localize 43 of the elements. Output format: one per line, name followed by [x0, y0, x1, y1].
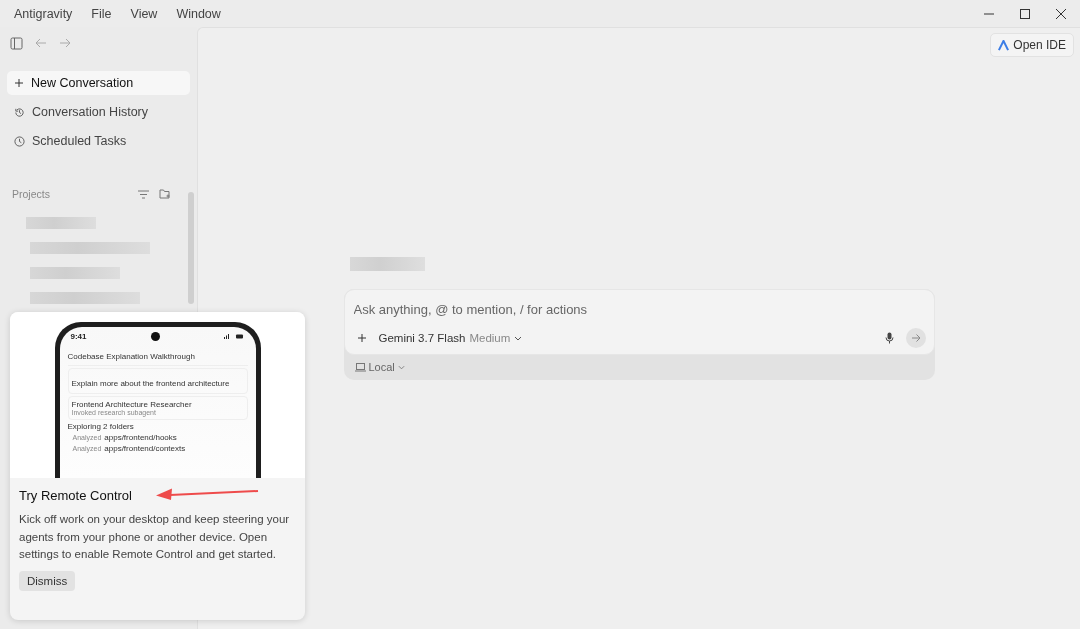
forward-arrow-icon[interactable]	[59, 37, 71, 49]
prompt-input[interactable]: Ask anything, @ to mention, / for actions	[353, 302, 926, 317]
plus-icon[interactable]	[356, 333, 367, 343]
clock-icon	[14, 135, 25, 147]
section-label: Projects	[12, 188, 51, 200]
sidebar-item[interactable]: Conversation History	[7, 100, 190, 124]
dismiss-button[interactable]: Dismiss	[19, 570, 76, 591]
agent-name: Frontend Architecture Researcher	[71, 400, 193, 409]
blurred-text	[26, 216, 96, 229]
menu-item[interactable]: Antigravity	[14, 6, 73, 21]
folder-path: apps/frontend/hooks	[104, 433, 177, 442]
chevron-down-icon	[514, 335, 523, 341]
filter-icon[interactable]	[138, 189, 149, 199]
camera-icon	[151, 332, 160, 341]
menu-item[interactable]: File	[91, 6, 112, 21]
maximize-icon[interactable]	[1019, 7, 1031, 20]
app-logo	[998, 39, 1010, 51]
sidebar-toggle-icon[interactable]	[10, 36, 23, 50]
new-folder-icon[interactable]	[159, 189, 171, 199]
open-ide-button[interactable]: Open IDE	[990, 33, 1074, 57]
close-icon[interactable]	[1055, 7, 1067, 20]
menu-item[interactable]: View	[130, 6, 158, 21]
user-message: Explain more about the frontend architecture	[71, 379, 230, 388]
location-dropdown[interactable]: Local	[343, 355, 416, 380]
promo-description: Kick off work on your desktop and keep steering your agents from your phone or another device. Open settings to enable Remote Control and get started.	[19, 512, 291, 562]
microphone-icon[interactable]	[884, 332, 894, 344]
folder-path: apps/frontend/contexts	[104, 444, 186, 453]
back-arrow-icon[interactable]	[35, 37, 47, 49]
scrollbar[interactable]	[188, 192, 194, 304]
model-dropdown[interactable]: Gemini 3.7 Flash Medium	[378, 332, 523, 344]
chevron-down-icon	[397, 364, 405, 370]
history-icon	[14, 106, 25, 118]
sidebar-item[interactable]: New Conversation	[7, 71, 190, 95]
menu-item[interactable]: Window	[176, 6, 221, 21]
laptop-icon	[354, 362, 366, 372]
exploring-label: Exploring 2 folders	[67, 422, 135, 431]
chat-title: Codebase Explanation Walkthrough	[67, 352, 195, 361]
status-icons-icon	[224, 334, 245, 339]
arrow-right-icon	[910, 333, 921, 343]
promo-title: Try Remote Control	[19, 488, 132, 503]
plus-icon	[14, 78, 24, 88]
phone-time: 9:41	[70, 332, 87, 341]
sidebar-item[interactable]: Scheduled Tasks	[7, 129, 190, 153]
